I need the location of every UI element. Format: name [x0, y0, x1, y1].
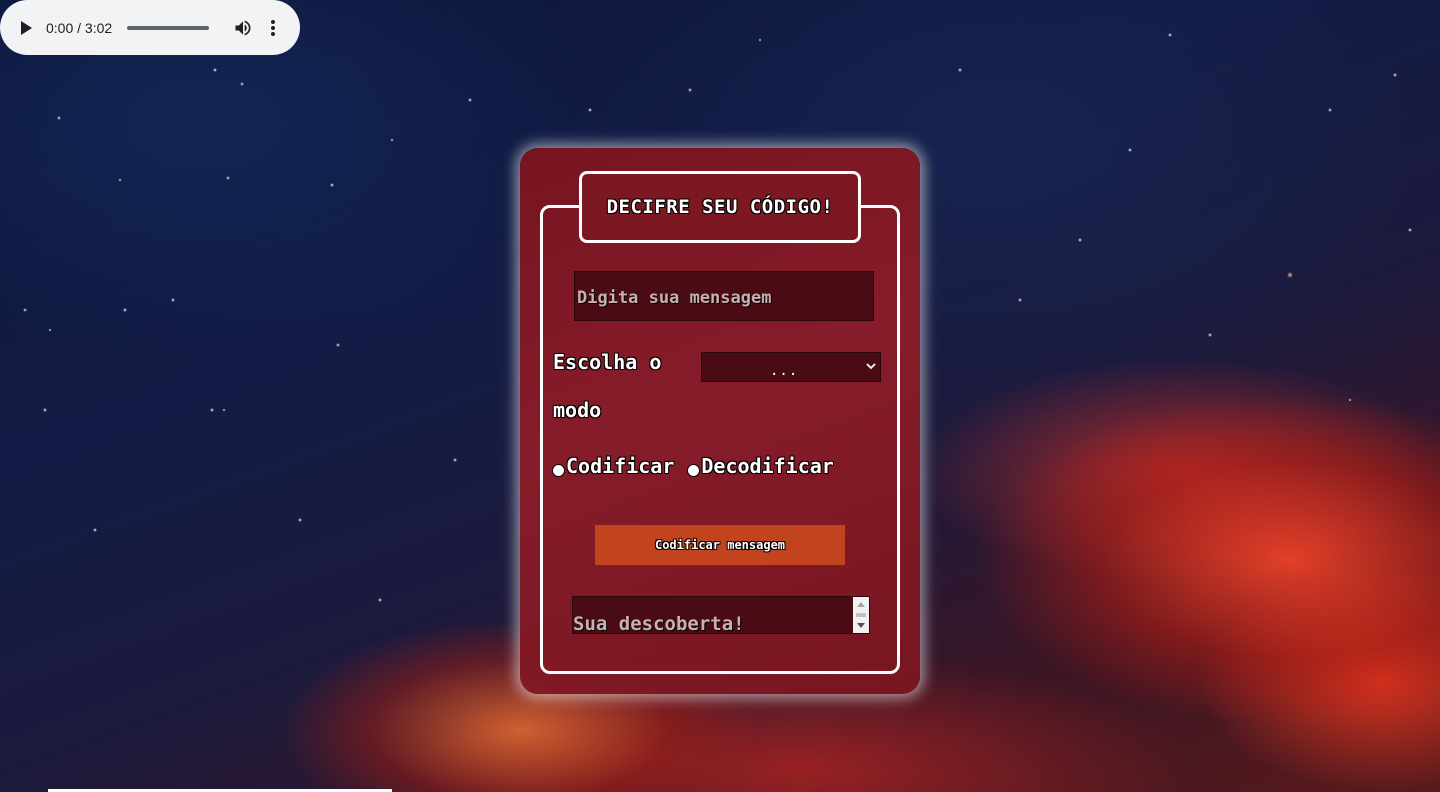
audio-progress-bar[interactable]	[127, 25, 210, 30]
cipher-card: DECIFRE SEU CÓDIGO! Digita sua mensagem …	[520, 148, 920, 694]
encode-button[interactable]: Codificar mensagem	[595, 525, 845, 565]
mode-label: Escolha o modo	[553, 350, 662, 422]
radio-decodificar[interactable]: Decodificar	[688, 454, 834, 478]
radio-codificar[interactable]: Codificar	[553, 454, 674, 478]
mode-radio-group: Codificar Decodificar	[553, 454, 834, 478]
audio-time: 0:00 / 3:02	[46, 19, 113, 36]
radio-button[interactable]	[688, 464, 700, 476]
page-title: DECIFRE SEU CÓDIGO!	[606, 196, 834, 218]
result-scrollbar[interactable]	[853, 597, 869, 633]
scroll-up-icon[interactable]	[857, 602, 865, 607]
title-box: DECIFRE SEU CÓDIGO!	[579, 171, 861, 243]
scroll-down-icon[interactable]	[857, 623, 865, 628]
mode-select[interactable]: ...	[701, 352, 881, 382]
result-placeholder: Sua descoberta!	[573, 613, 745, 634]
radio-button[interactable]	[553, 464, 564, 476]
scroll-thumb[interactable]	[856, 613, 866, 617]
play-icon[interactable]	[14, 16, 38, 40]
message-input[interactable]: Digita sua mensagem	[574, 271, 874, 321]
message-input-placeholder: Digita sua mensagem	[577, 288, 772, 308]
audio-player: 0:00 / 3:02	[0, 0, 300, 55]
mode-select-value: ...	[770, 363, 799, 379]
more-vert-icon[interactable]	[263, 16, 283, 40]
volume-icon[interactable]	[231, 16, 255, 40]
radio-label: Decodificar	[701, 454, 834, 478]
chevron-down-icon	[866, 359, 876, 375]
radio-label: Codificar	[566, 454, 675, 478]
result-textarea[interactable]: Sua descoberta!	[572, 596, 870, 634]
